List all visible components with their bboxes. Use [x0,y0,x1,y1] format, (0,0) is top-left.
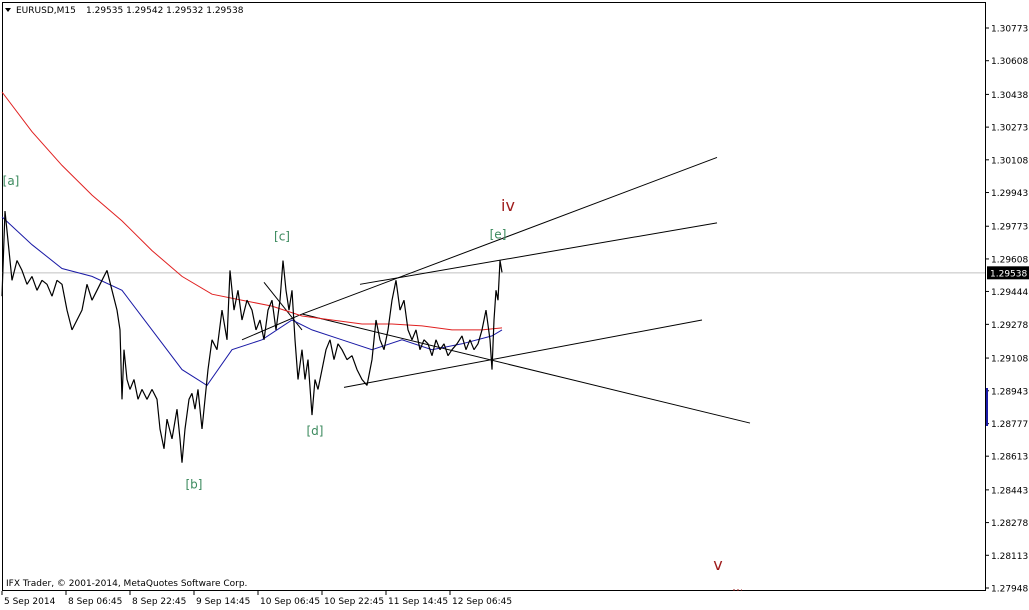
y-tick-label: 1.29608 [991,255,1028,265]
x-tick-label: 10 Sep 06:45 [260,597,320,607]
ma-fast-line [1,216,503,387]
y-tick-label: 1.30273 [991,124,1028,134]
y-tick-label: 1.29108 [991,355,1028,365]
trend-line [301,313,751,424]
price-series [1,210,503,463]
wave-label: [e] [490,228,507,242]
wave-label: iv [501,196,515,215]
y-tick-label: 1.29444 [991,288,1028,298]
ma-slow-line [1,91,503,331]
y-tick-label: 1.30438 [991,91,1028,101]
y-tick-label: 1.30773 [991,25,1028,35]
ohlc-readout: 1.29535 1.29542 1.29532 1.29538 [86,6,244,16]
x-tick-label: 10 Sep 22:45 [324,597,384,607]
wave-label: [b] [186,477,203,491]
price-chart[interactable]: EURUSD,M15 1.29535 1.29542 1.29532 1.295… [0,0,1029,610]
y-tick-label: 1.28943 [991,387,1028,397]
y-tick-label: 1.29773 [991,223,1028,233]
symbol-label: EURUSD,M15 [16,6,76,16]
y-tick-label: 1.28777 [991,420,1028,430]
dropdown-triangle-icon[interactable] [5,8,11,12]
moving-averages [1,91,503,387]
y-tick-label: 1.28113 [991,552,1028,562]
y-tick-label: 1.29943 [991,189,1028,199]
trend-line [343,319,703,388]
wave-label: v [713,555,722,574]
y-tick-label: 1.30108 [991,156,1028,166]
wave-label: [d] [307,424,324,438]
x-axis-ticks: 5 Sep 2014 8 Sep 06:45 8 Sep 22:45 9 Sep 14… [1,591,512,607]
copyright-text: IFX Trader, © 2001-2014, MetaQuotes Soft… [6,579,247,589]
y-tick-label: 1.28278 [991,519,1028,529]
axis-range-marker [986,388,988,426]
x-tick-label: 5 Sep 2014 [4,597,56,607]
y-tick-label: 1.30608 [991,57,1028,67]
y-tick-label: 1.27948 [991,585,1028,595]
y-tick-label: 1.28443 [991,486,1028,496]
y-tick-label: 1.29278 [991,321,1028,331]
x-tick-label: 11 Sep 14:45 [388,597,448,607]
trend-line [241,313,303,341]
current-price-value: 1.29538 [990,269,1027,279]
wave-labels: [a] [b] [c] [d] [e] iv v [3,174,723,574]
y-axis-ticks: 1.30773 1.30608 1.30438 1.30273 1.30108 1.299… [985,25,1028,595]
x-tick-label: 8 Sep 22:45 [132,597,186,607]
trend-line [301,156,718,315]
trend-line [359,222,718,285]
price-line [1,210,503,463]
x-tick-label: 9 Sep 14:45 [196,597,250,607]
y-tick-label: 1.28613 [991,453,1028,463]
plot-frame [2,2,986,591]
x-tick-label: 12 Sep 06:45 [452,597,512,607]
x-tick-label: 8 Sep 06:45 [68,597,122,607]
wave-label: [c] [274,230,290,244]
wave-label: [a] [3,174,20,188]
